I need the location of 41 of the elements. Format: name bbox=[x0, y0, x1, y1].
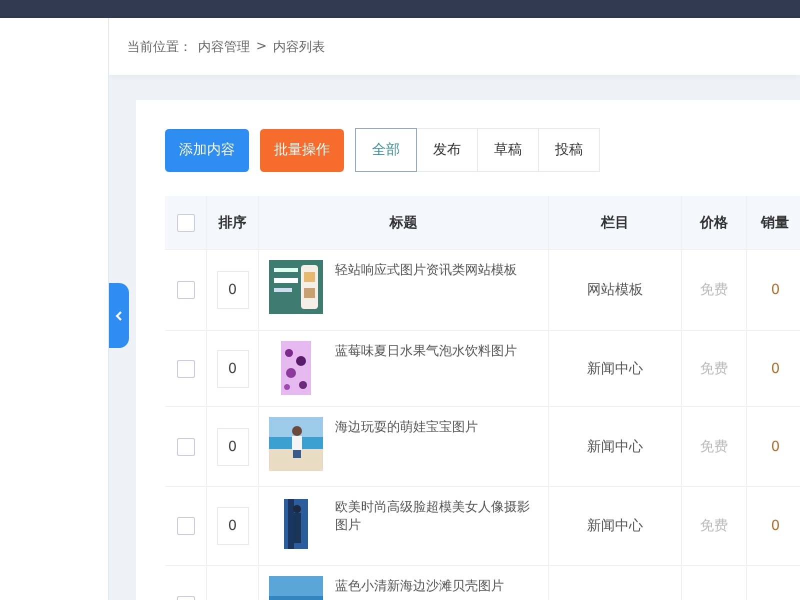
sales-text: 0 bbox=[771, 360, 780, 376]
filter-tab[interactable]: 投稿 bbox=[538, 128, 600, 172]
sales-text: 0 bbox=[771, 282, 780, 298]
sort-input[interactable]: 0 bbox=[216, 428, 248, 466]
collapse-tab[interactable] bbox=[109, 283, 129, 348]
sort-input[interactable]: 0 bbox=[216, 271, 248, 309]
price-text: 免费 bbox=[700, 517, 728, 535]
column-header: 栏目 bbox=[601, 214, 629, 232]
row-checkbox[interactable] bbox=[176, 360, 194, 378]
column-header: 排序 bbox=[218, 214, 246, 232]
column-header: 价格 bbox=[700, 214, 728, 232]
category-text: 新闻中心 bbox=[587, 438, 643, 456]
category-text: 新闻中心 bbox=[587, 360, 643, 378]
row-checkbox[interactable] bbox=[176, 281, 194, 299]
sales-text: 0 bbox=[771, 518, 780, 534]
sort-input[interactable]: 0 bbox=[216, 507, 248, 545]
title-text: 海边玩耍的萌娃宝宝图片 bbox=[335, 419, 479, 437]
chevron-left-icon bbox=[115, 310, 123, 320]
price-text: 免费 bbox=[700, 281, 728, 299]
breadcrumb-separator: > bbox=[256, 39, 267, 54]
filter-tab[interactable]: 发布 bbox=[416, 128, 478, 172]
column-header: 销量 bbox=[761, 214, 789, 232]
category-text: 网站模板 bbox=[587, 281, 643, 299]
row-checkbox[interactable] bbox=[176, 438, 194, 456]
category-text: 新闻中心 bbox=[587, 517, 643, 535]
breadcrumb-label: 当前位置： bbox=[127, 38, 192, 56]
row-checkbox[interactable] bbox=[176, 517, 194, 535]
price-text: 免费 bbox=[700, 360, 728, 378]
filter-tab[interactable]: 草稿 bbox=[477, 128, 539, 172]
sales-text: 0 bbox=[771, 438, 780, 454]
breadcrumb-link[interactable]: 内容列表 bbox=[272, 38, 325, 56]
title-text: 欧美时尚高级脸超模美女人像摄影图片 bbox=[335, 499, 531, 535]
title-text: 轻站响应式图片资讯类网站模板 bbox=[335, 262, 518, 280]
price-text: 免费 bbox=[700, 438, 728, 456]
select-all-checkbox[interactable] bbox=[176, 214, 194, 232]
breadcrumb-link[interactable]: 内容管理 bbox=[198, 38, 250, 56]
title-text: 蓝莓味夏日水果气泡水饮料图片 bbox=[335, 343, 518, 361]
title-text: 蓝色小清新海边沙滩贝壳图片 bbox=[335, 578, 505, 596]
filter-tab[interactable]: 全部 bbox=[355, 128, 417, 172]
column-header: 标题 bbox=[390, 214, 418, 232]
sort-input[interactable]: 0 bbox=[216, 350, 248, 388]
